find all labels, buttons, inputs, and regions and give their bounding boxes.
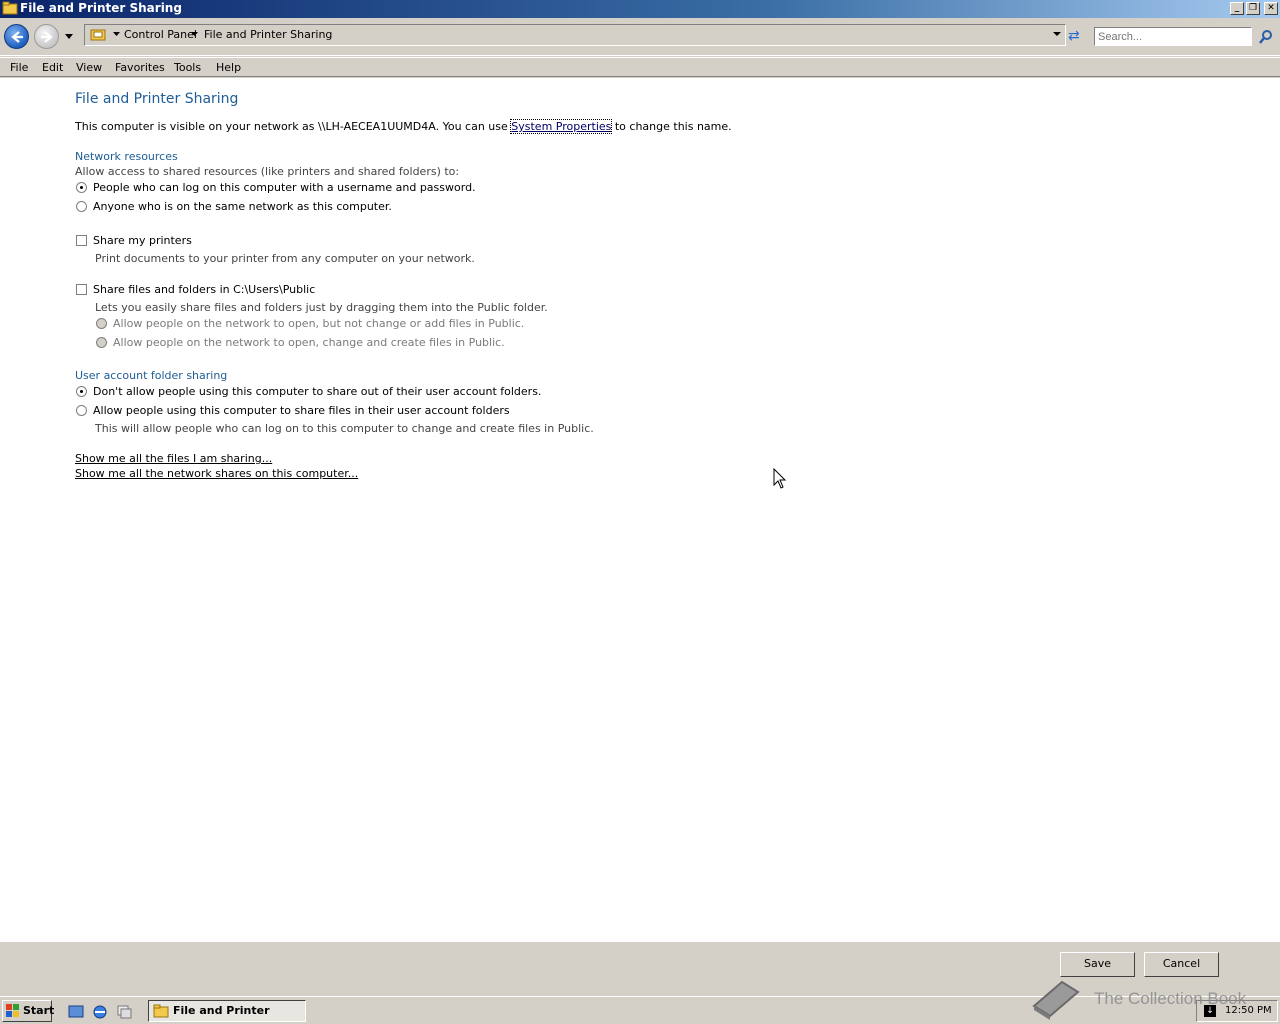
network-resources-intro: Allow access to shared resources (like p… [75, 165, 460, 178]
menu-file[interactable]: File [10, 61, 28, 74]
close-button[interactable]: ✕ [1264, 2, 1278, 15]
back-arrow-icon [11, 31, 23, 43]
visibility-suffix: to change this name. [611, 120, 732, 133]
watermark-text: The Collection Book [1094, 989, 1247, 1008]
radio-public-read-only-label: Allow people on the network to open, but… [113, 317, 525, 330]
refresh-icon[interactable]: ⇄ [1068, 28, 1084, 44]
menu-view[interactable]: View [76, 61, 102, 74]
restore-button[interactable]: ❐ [1246, 2, 1260, 15]
book-icon [1032, 980, 1080, 1020]
menu-bar: File Edit View Favorites Tools Help [0, 57, 1280, 77]
chevron-down-icon[interactable] [113, 32, 120, 37]
radio-password-users[interactable] [76, 182, 87, 193]
recent-pages-dropdown-icon[interactable] [64, 31, 74, 41]
radio-public-read-only[interactable] [96, 318, 107, 329]
save-button[interactable]: Save [1060, 952, 1135, 977]
back-button[interactable] [4, 24, 29, 49]
forward-button[interactable] [34, 24, 59, 49]
menu-tools[interactable]: Tools [174, 61, 201, 74]
radio-anyone-on-network[interactable] [76, 201, 87, 212]
switch-windows-icon[interactable] [116, 1004, 132, 1020]
visibility-prefix: This computer is visible on your network… [75, 120, 512, 133]
address-bar[interactable]: Control Panel File and Printer Sharing [84, 24, 1066, 46]
watermark: The Collection Book [1028, 976, 1246, 1024]
allow-user-folders-description: This will allow people who can log on to… [95, 422, 594, 435]
taskbar-item-label: File and Printer Shari... [173, 1004, 270, 1017]
search-icon[interactable] [1258, 29, 1274, 45]
forward-arrow-icon [41, 31, 53, 43]
page-title: File and Printer Sharing [75, 91, 239, 107]
control-panel-icon [90, 29, 106, 41]
mouse-cursor-icon [773, 468, 787, 489]
window-titlebar[interactable]: File and Printer Sharing _ ❐ ✕ [0, 0, 1280, 18]
show-desktop-icon[interactable] [68, 1004, 84, 1020]
menu-favorites[interactable]: Favorites [115, 61, 165, 74]
dialog-footer: Save Cancel [0, 942, 1280, 996]
visibility-text: This computer is visible on your network… [75, 119, 732, 134]
share-printers-checkbox[interactable] [76, 235, 87, 246]
windows-logo-icon [6, 1004, 19, 1017]
share-printers-label[interactable]: Share my printers [93, 234, 192, 247]
menu-help[interactable]: Help [216, 61, 241, 74]
radio-dont-allow-user-folders[interactable] [76, 386, 87, 397]
share-public-label[interactable]: Share files and folders in C:\Users\Publ… [93, 283, 315, 296]
start-button[interactable]: Start [2, 1000, 55, 1022]
radio-public-change-label: Allow people on the network to open, cha… [113, 336, 505, 349]
internet-explorer-icon[interactable] [92, 1004, 108, 1020]
radio-anyone-on-network-label[interactable]: Anyone who is on the same network as thi… [93, 200, 392, 213]
radio-allow-user-folders-label[interactable]: Allow people using this computer to shar… [93, 404, 510, 417]
folder-icon [153, 1004, 169, 1018]
taskbar-item-file-printer-sharing[interactable]: File and Printer Shari... [148, 1000, 306, 1022]
cancel-button[interactable]: Cancel [1144, 952, 1219, 977]
show-network-shares-link[interactable]: Show me all the network shares on this c… [75, 467, 358, 480]
folder-icon [2, 1, 18, 15]
content-pane: File and Printer Sharing This computer i… [0, 78, 1280, 942]
navigation-bar: Control Panel File and Printer Sharing ⇄ [0, 18, 1280, 56]
minimize-button[interactable]: _ [1230, 2, 1244, 15]
menu-edit[interactable]: Edit [42, 61, 63, 74]
breadcrumb-file-printer-sharing[interactable]: File and Printer Sharing [204, 28, 332, 41]
window-title: File and Printer Sharing [20, 1, 182, 15]
share-public-checkbox[interactable] [76, 284, 87, 295]
taskbar: Start File and Printer Shari... ↓ 12:50 … [0, 996, 1280, 1024]
radio-allow-user-folders[interactable] [76, 405, 87, 416]
radio-password-users-label[interactable]: People who can log on this computer with… [93, 181, 476, 194]
radio-public-change[interactable] [96, 337, 107, 348]
start-label: Start [23, 1004, 55, 1017]
address-history-dropdown-icon[interactable] [1053, 32, 1061, 37]
share-public-description: Lets you easily share files and folders … [95, 301, 548, 314]
breadcrumb-control-panel[interactable]: Control Panel [124, 28, 197, 41]
breadcrumb-separator-icon[interactable] [191, 32, 198, 37]
search-input[interactable] [1094, 27, 1252, 46]
user-folder-sharing-heading: User account folder sharing [75, 369, 228, 382]
radio-dont-allow-user-folders-label[interactable]: Don't allow people using this computer t… [93, 385, 541, 398]
network-resources-heading: Network resources [75, 150, 178, 163]
system-properties-link[interactable]: System Properties [510, 119, 613, 134]
show-shared-files-link[interactable]: Show me all the files I am sharing... [75, 452, 272, 465]
share-printers-description: Print documents to your printer from any… [95, 252, 475, 265]
